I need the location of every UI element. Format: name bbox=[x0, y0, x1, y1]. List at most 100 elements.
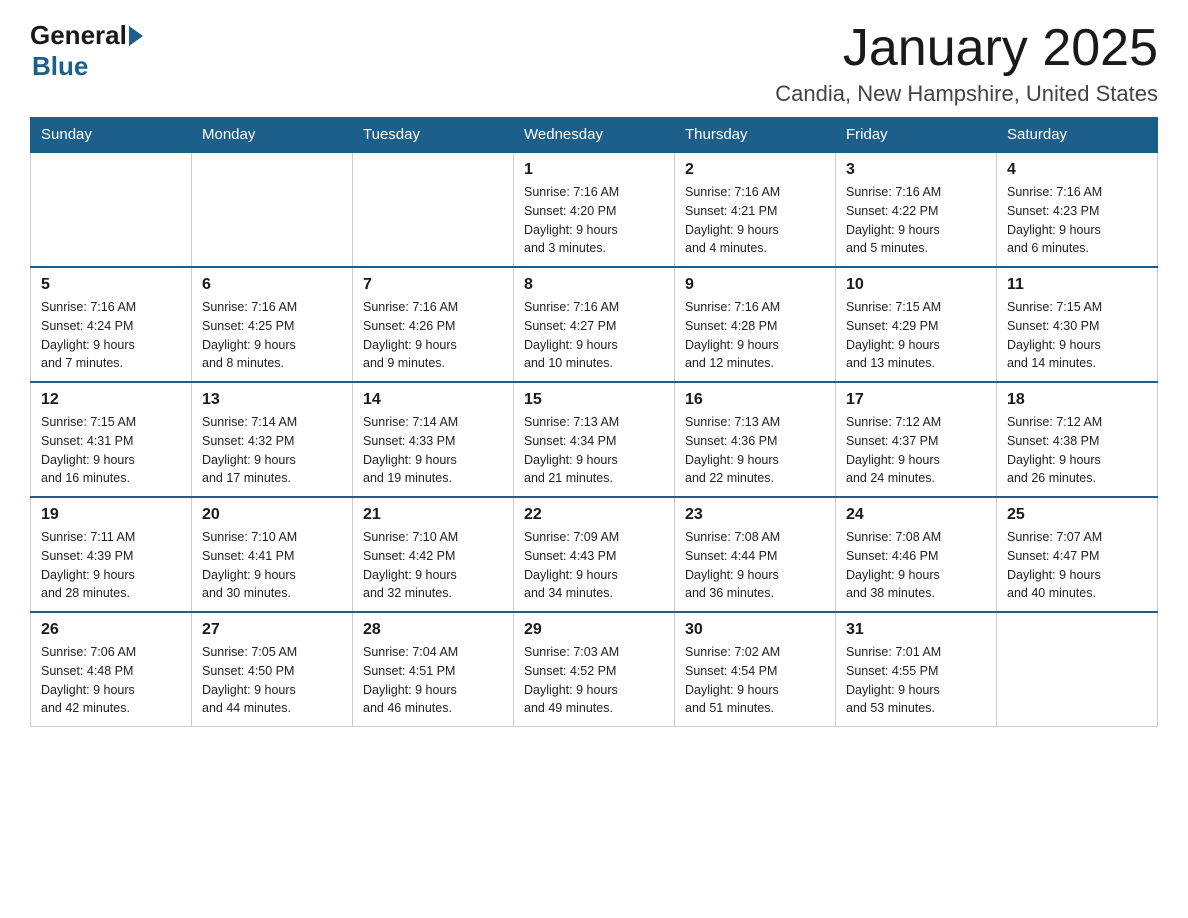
calendar-cell: 25 Sunrise: 7:07 AMSunset: 4:47 PMDayligh… bbox=[997, 497, 1158, 612]
day-info: Sunrise: 7:16 AMSunset: 4:20 PMDaylight:… bbox=[524, 183, 664, 258]
header-sunday: Sunday bbox=[31, 118, 192, 153]
calendar-cell: 18Sunrise: 7:12 AMSunset: 4:38 PMDayligh… bbox=[997, 382, 1158, 497]
day-number: 4 bbox=[1007, 161, 1147, 179]
day-info: Sunrise: 7:01 AMSunset: 4:55 PMDaylight:… bbox=[846, 643, 986, 718]
day-number: 13 bbox=[202, 391, 342, 409]
logo-blue-text: Blue bbox=[32, 51, 88, 81]
day-info: Sunrise: 7:15 AMSunset: 4:31 PMDaylight:… bbox=[41, 413, 181, 488]
day-number: 25 bbox=[1007, 506, 1147, 524]
week-row-5: 26Sunrise: 7:06 AMSunset: 4:48 PMDayligh… bbox=[31, 612, 1158, 727]
day-number: 9 bbox=[685, 276, 825, 294]
calendar-cell: 17 Sunrise: 7:12 AMSunset: 4:37 PMDayligh… bbox=[836, 382, 997, 497]
day-number: 19 bbox=[41, 506, 181, 524]
page-header: General Blue January 2025 Candia, New Ha… bbox=[30, 20, 1158, 107]
calendar-cell: 16 Sunrise: 7:13 AMSunset: 4:36 PMDayligh… bbox=[675, 382, 836, 497]
day-info: Sunrise: 7:16 AMSunset: 4:28 PMDaylight:… bbox=[685, 298, 825, 373]
day-number: 28 bbox=[363, 621, 503, 639]
calendar-cell: 14 Sunrise: 7:14 AMSunset: 4:33 PMDayligh… bbox=[353, 382, 514, 497]
day-info: Sunrise: 7:11 AMSunset: 4:39 PMDaylight:… bbox=[41, 528, 181, 603]
day-number: 23 bbox=[685, 506, 825, 524]
day-number: 15 bbox=[524, 391, 664, 409]
calendar-cell: 3 Sunrise: 7:16 AMSunset: 4:22 PMDaylight… bbox=[836, 152, 997, 267]
weekday-header-row: Sunday Monday Tuesday Wednesday Thursday… bbox=[31, 118, 1158, 153]
day-info: Sunrise: 7:08 AMSunset: 4:46 PMDaylight:… bbox=[846, 528, 986, 603]
day-info: Sunrise: 7:15 AMSunset: 4:30 PMDaylight:… bbox=[1007, 298, 1147, 373]
header-wednesday: Wednesday bbox=[514, 118, 675, 153]
day-info: Sunrise: 7:10 AMSunset: 4:42 PMDaylight:… bbox=[363, 528, 503, 603]
calendar-cell bbox=[997, 612, 1158, 727]
calendar-cell bbox=[192, 152, 353, 267]
week-row-1: 1 Sunrise: 7:16 AMSunset: 4:20 PMDaylight… bbox=[31, 152, 1158, 267]
logo: General Blue bbox=[30, 20, 145, 82]
day-info: Sunrise: 7:03 AMSunset: 4:52 PMDaylight:… bbox=[524, 643, 664, 718]
calendar-cell: 27Sunrise: 7:05 AMSunset: 4:50 PMDayligh… bbox=[192, 612, 353, 727]
calendar-cell: 15 Sunrise: 7:13 AMSunset: 4:34 PMDayligh… bbox=[514, 382, 675, 497]
calendar-cell: 7 Sunrise: 7:16 AMSunset: 4:26 PMDaylight… bbox=[353, 267, 514, 382]
calendar-cell: 8Sunrise: 7:16 AMSunset: 4:27 PMDaylight… bbox=[514, 267, 675, 382]
header-saturday: Saturday bbox=[997, 118, 1158, 153]
day-info: Sunrise: 7:16 AMSunset: 4:27 PMDaylight:… bbox=[524, 298, 664, 373]
day-number: 31 bbox=[846, 621, 986, 639]
calendar-cell: 6Sunrise: 7:16 AMSunset: 4:25 PMDaylight… bbox=[192, 267, 353, 382]
calendar-table: Sunday Monday Tuesday Wednesday Thursday… bbox=[30, 117, 1158, 727]
logo-general-text: General bbox=[30, 20, 127, 51]
title-section: January 2025 Candia, New Hampshire, Unit… bbox=[775, 20, 1158, 107]
calendar-cell: 29 Sunrise: 7:03 AMSunset: 4:52 PMDayligh… bbox=[514, 612, 675, 727]
day-number: 21 bbox=[363, 506, 503, 524]
calendar-title: January 2025 bbox=[775, 20, 1158, 77]
day-info: Sunrise: 7:04 AMSunset: 4:51 PMDaylight:… bbox=[363, 643, 503, 718]
day-info: Sunrise: 7:16 AMSunset: 4:22 PMDaylight:… bbox=[846, 183, 986, 258]
calendar-cell: 5 Sunrise: 7:16 AMSunset: 4:24 PMDaylight… bbox=[31, 267, 192, 382]
day-info: Sunrise: 7:07 AMSunset: 4:47 PMDaylight:… bbox=[1007, 528, 1147, 603]
day-number: 7 bbox=[363, 276, 503, 294]
day-number: 12 bbox=[41, 391, 181, 409]
week-row-3: 12 Sunrise: 7:15 AMSunset: 4:31 PMDayligh… bbox=[31, 382, 1158, 497]
day-number: 3 bbox=[846, 161, 986, 179]
calendar-cell: 2Sunrise: 7:16 AMSunset: 4:21 PMDaylight… bbox=[675, 152, 836, 267]
calendar-cell: 28 Sunrise: 7:04 AMSunset: 4:51 PMDayligh… bbox=[353, 612, 514, 727]
day-number: 22 bbox=[524, 506, 664, 524]
day-number: 29 bbox=[524, 621, 664, 639]
day-number: 17 bbox=[846, 391, 986, 409]
day-number: 20 bbox=[202, 506, 342, 524]
logo-arrow-icon bbox=[129, 26, 143, 46]
day-number: 10 bbox=[846, 276, 986, 294]
calendar-cell: 1 Sunrise: 7:16 AMSunset: 4:20 PMDaylight… bbox=[514, 152, 675, 267]
day-number: 18 bbox=[1007, 391, 1147, 409]
day-info: Sunrise: 7:16 AMSunset: 4:26 PMDaylight:… bbox=[363, 298, 503, 373]
day-info: Sunrise: 7:16 AMSunset: 4:23 PMDaylight:… bbox=[1007, 183, 1147, 258]
calendar-cell: 4 Sunrise: 7:16 AMSunset: 4:23 PMDaylight… bbox=[997, 152, 1158, 267]
calendar-cell: 30Sunrise: 7:02 AMSunset: 4:54 PMDayligh… bbox=[675, 612, 836, 727]
calendar-cell: 13 Sunrise: 7:14 AMSunset: 4:32 PMDayligh… bbox=[192, 382, 353, 497]
day-info: Sunrise: 7:09 AMSunset: 4:43 PMDaylight:… bbox=[524, 528, 664, 603]
calendar-cell: 11Sunrise: 7:15 AMSunset: 4:30 PMDayligh… bbox=[997, 267, 1158, 382]
week-row-4: 19 Sunrise: 7:11 AMSunset: 4:39 PMDayligh… bbox=[31, 497, 1158, 612]
day-number: 5 bbox=[41, 276, 181, 294]
header-tuesday: Tuesday bbox=[353, 118, 514, 153]
day-info: Sunrise: 7:08 AMSunset: 4:44 PMDaylight:… bbox=[685, 528, 825, 603]
day-info: Sunrise: 7:13 AMSunset: 4:34 PMDaylight:… bbox=[524, 413, 664, 488]
day-info: Sunrise: 7:10 AMSunset: 4:41 PMDaylight:… bbox=[202, 528, 342, 603]
day-number: 1 bbox=[524, 161, 664, 179]
calendar-cell: 20 Sunrise: 7:10 AMSunset: 4:41 PMDayligh… bbox=[192, 497, 353, 612]
calendar-cell bbox=[31, 152, 192, 267]
header-monday: Monday bbox=[192, 118, 353, 153]
calendar-cell bbox=[353, 152, 514, 267]
calendar-cell: 19 Sunrise: 7:11 AMSunset: 4:39 PMDayligh… bbox=[31, 497, 192, 612]
day-info: Sunrise: 7:02 AMSunset: 4:54 PMDaylight:… bbox=[685, 643, 825, 718]
day-info: Sunrise: 7:12 AMSunset: 4:37 PMDaylight:… bbox=[846, 413, 986, 488]
calendar-cell: 24 Sunrise: 7:08 AMSunset: 4:46 PMDayligh… bbox=[836, 497, 997, 612]
day-info: Sunrise: 7:16 AMSunset: 4:24 PMDaylight:… bbox=[41, 298, 181, 373]
day-number: 24 bbox=[846, 506, 986, 524]
calendar-cell: 23 Sunrise: 7:08 AMSunset: 4:44 PMDayligh… bbox=[675, 497, 836, 612]
day-number: 26 bbox=[41, 621, 181, 639]
day-info: Sunrise: 7:14 AMSunset: 4:32 PMDaylight:… bbox=[202, 413, 342, 488]
day-number: 6 bbox=[202, 276, 342, 294]
day-number: 14 bbox=[363, 391, 503, 409]
day-info: Sunrise: 7:13 AMSunset: 4:36 PMDaylight:… bbox=[685, 413, 825, 488]
calendar-cell: 31 Sunrise: 7:01 AMSunset: 4:55 PMDayligh… bbox=[836, 612, 997, 727]
calendar-subtitle: Candia, New Hampshire, United States bbox=[775, 81, 1158, 107]
header-friday: Friday bbox=[836, 118, 997, 153]
day-number: 16 bbox=[685, 391, 825, 409]
day-info: Sunrise: 7:14 AMSunset: 4:33 PMDaylight:… bbox=[363, 413, 503, 488]
